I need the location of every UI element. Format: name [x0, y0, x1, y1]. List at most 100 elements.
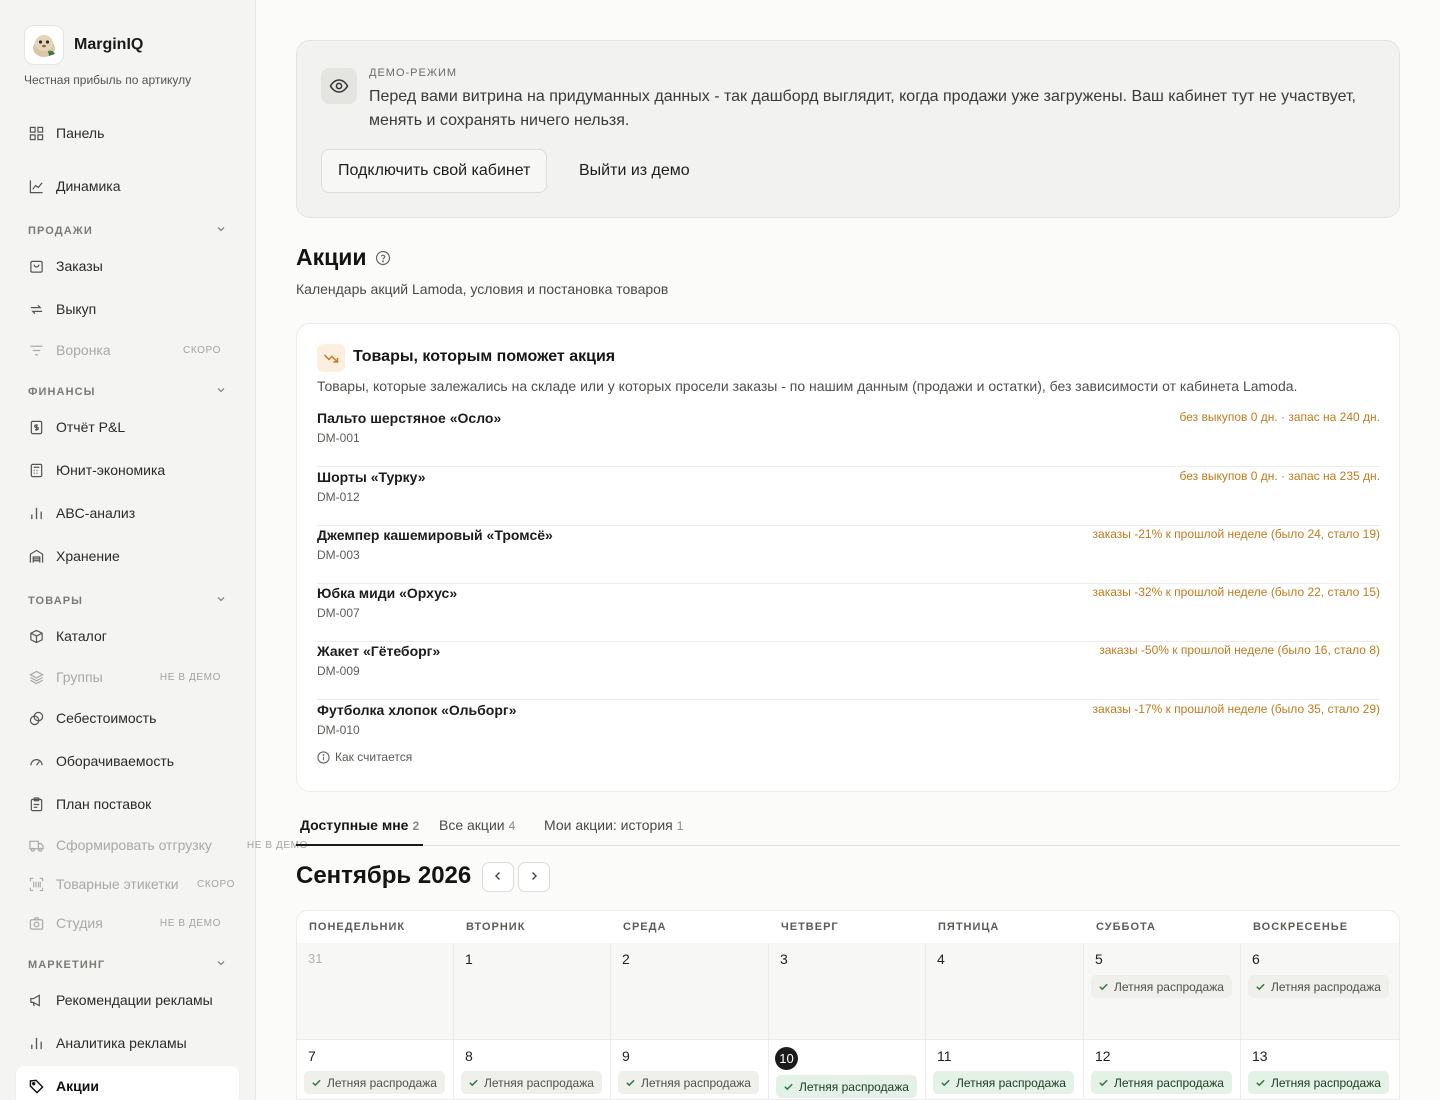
soon-badge: СКОРО	[197, 878, 235, 890]
sidebar-item-studio: Студия НЕ В ДЕМО	[16, 905, 239, 941]
sidebar-item-dynamics[interactable]: Динамика	[16, 168, 239, 204]
calendar-day[interactable]: 5 Летняя распродажа	[1084, 943, 1241, 1040]
list-item[interactable]: Футболка хлопок «Ольборг» DM-010 заказы …	[317, 701, 1380, 759]
calendar-day[interactable]: 2	[611, 943, 769, 1040]
event-chip[interactable]: Летняя распродажа	[1091, 1071, 1232, 1094]
item-name: Пальто шерстяное «Осло»	[317, 410, 502, 426]
weekday-header: ВТОРНИК	[466, 921, 526, 933]
event-chip[interactable]: Летняя распродажа	[933, 1071, 1074, 1094]
sidebar-item-supply-plan[interactable]: План поставок	[16, 786, 239, 822]
list-item[interactable]: Пальто шерстяное «Осло» DM-001 без выкуп…	[317, 409, 1380, 467]
list-item[interactable]: Жакет «Гётеборг» DM-009 заказы -50% к пр…	[317, 642, 1380, 700]
sidebar-item-abc[interactable]: ABC-анализ	[16, 495, 239, 531]
item-sku: DM-009	[317, 664, 360, 678]
brand-name: MarginIQ	[74, 36, 144, 53]
sidebar-item-labels: Товарные этикетки СКОРО	[16, 866, 239, 902]
event-chip[interactable]: Летняя распродажа	[304, 1071, 445, 1094]
sidebar-item-unit-economics[interactable]: Юнит-экономика	[16, 452, 239, 488]
sidebar-item-ads-recommendations[interactable]: Рекомендации рекламы	[16, 982, 239, 1018]
check-icon	[311, 1077, 322, 1088]
list-item[interactable]: Юбка миди «Орхус» DM-007 заказы -32% к п…	[317, 584, 1380, 642]
item-note: без выкупов 0 дн. · запас на 235 дн.	[1179, 469, 1380, 483]
sidebar-item-label: Оборачиваемость	[56, 753, 175, 769]
chevron-right-icon	[528, 870, 540, 885]
list-item[interactable]: Джемпер кашемировый «Тромсё» DM-003 зака…	[317, 526, 1380, 584]
calendar-day[interactable]: 1	[454, 943, 611, 1040]
sidebar-item-orders[interactable]: Заказы	[16, 248, 239, 284]
sidebar-item-label: Панель	[56, 125, 105, 141]
sidebar-item-panel[interactable]: Панель	[16, 115, 239, 151]
sidebar-item-catalog[interactable]: Каталог	[16, 618, 239, 654]
tab-my-history[interactable]: Мои акции: история 1	[544, 817, 683, 846]
item-note: заказы -17% к прошлой неделе (было 35, с…	[1092, 702, 1380, 716]
calendar-day[interactable]: 4	[926, 943, 1084, 1040]
barcode-icon	[28, 876, 44, 892]
connect-account-button[interactable]: Подключить свой кабинет	[321, 149, 548, 193]
calendar-day[interactable]: 9 Летняя распродажа	[611, 1040, 769, 1099]
event-chip[interactable]: Летняя распродажа	[618, 1071, 759, 1094]
nav-section-finance[interactable]: ФИНАНСЫ	[28, 385, 226, 398]
layers-icon	[28, 669, 44, 685]
brand-logo	[24, 25, 64, 65]
calendar-day[interactable]: 11 Летняя распродажа	[926, 1040, 1084, 1099]
sidebar-item-storage[interactable]: Хранение	[16, 538, 239, 574]
sidebar-item-label: Хранение	[56, 548, 120, 564]
event-chip[interactable]: Летняя распродажа	[1091, 975, 1232, 998]
sidebar-item-label: Товарные этикетки	[56, 876, 179, 892]
prev-month-button[interactable]	[482, 862, 514, 892]
event-chip[interactable]: Летняя распродажа	[461, 1071, 602, 1094]
calendar-day[interactable]: 7 Летняя распродажа	[297, 1040, 454, 1099]
soon-badge: СКОРО	[183, 344, 221, 356]
coins-icon	[28, 710, 44, 726]
item-sku: DM-007	[317, 606, 360, 620]
check-icon	[1098, 981, 1109, 992]
sidebar-item-label: ABC-анализ	[56, 505, 136, 521]
nav-section-goods[interactable]: ТОВАРЫ	[28, 594, 226, 607]
megaphone-icon	[28, 992, 44, 1008]
event-chip[interactable]: Летняя распродажа	[776, 1075, 917, 1098]
calendar-day[interactable]: 8 Летняя распродажа	[454, 1040, 611, 1099]
weekday-header: ПЯТНИЦА	[938, 921, 1000, 933]
nav-section-marketing[interactable]: МАРКЕТИНГ	[28, 958, 226, 971]
sidebar-item-label: Акции	[56, 1078, 99, 1094]
sidebar-item-cost[interactable]: Себестоимость	[16, 700, 239, 736]
sidebar-item-shipment: Сформировать отгрузку НЕ В ДЕМО	[16, 827, 307, 863]
next-month-button[interactable]	[518, 862, 550, 892]
calendar-day-today[interactable]: 10 Летняя распродажа	[769, 1040, 926, 1099]
how-calculated-link[interactable]: Как считается	[317, 750, 412, 764]
calendar-day[interactable]: 13 Летняя распродажа	[1241, 1040, 1399, 1099]
calendar-day[interactable]: 6 Летняя распродажа	[1241, 943, 1399, 1040]
sidebar-item-pnl[interactable]: Отчёт P&L	[16, 409, 239, 445]
item-note: заказы -50% к прошлой неделе (было 16, с…	[1099, 643, 1380, 657]
item-note: без выкупов 0 дн. · запас на 240 дн.	[1179, 410, 1380, 424]
sidebar-item-label: Каталог	[56, 628, 107, 644]
sidebar-item-promos[interactable]: Акции	[16, 1066, 239, 1100]
chevron-down-icon	[216, 958, 226, 971]
item-name: Юбка миди «Орхус»	[317, 585, 458, 601]
brand[interactable]: MarginIQ	[24, 25, 143, 65]
calendar-day[interactable]: 31	[297, 943, 454, 1040]
calendar-day[interactable]: 12 Летняя распродажа	[1084, 1040, 1241, 1099]
calendar-day[interactable]: 3	[769, 943, 926, 1040]
brand-tagline: Честная прибыль по артикулу	[24, 73, 192, 87]
sidebar-item-turnover[interactable]: Оборачиваемость	[16, 743, 239, 779]
sidebar-item-label: Заказы	[56, 258, 103, 274]
list-item[interactable]: Шорты «Турку» DM-012 без выкупов 0 дн. ·…	[317, 468, 1380, 526]
clipboard-icon	[28, 796, 44, 812]
exit-demo-button[interactable]: Выйти из демо	[579, 149, 690, 193]
event-chip[interactable]: Летняя распродажа	[1248, 1071, 1389, 1094]
sidebar-item-buyout[interactable]: Выкуп	[16, 291, 239, 327]
check-icon	[1098, 1077, 1109, 1088]
sidebar-item-ads-analytics[interactable]: Аналитика рекламы	[16, 1025, 239, 1061]
weekday-header: ВОСКРЕСЕНЬЕ	[1253, 921, 1349, 933]
event-chip[interactable]: Летняя распродажа	[1248, 975, 1389, 998]
nav-section-sales[interactable]: ПРОДАЖИ	[28, 224, 226, 237]
demo-text: Перед вами витрина на придуманных данных…	[369, 88, 1356, 129]
help-icon[interactable]	[375, 250, 391, 266]
tab-all-promos[interactable]: Все акции 4	[439, 817, 515, 846]
tab-available[interactable]: Доступные мне 2	[296, 817, 424, 846]
check-icon	[468, 1077, 479, 1088]
chevron-down-icon	[216, 385, 226, 398]
grid-icon	[28, 125, 44, 141]
check-icon	[625, 1077, 636, 1088]
